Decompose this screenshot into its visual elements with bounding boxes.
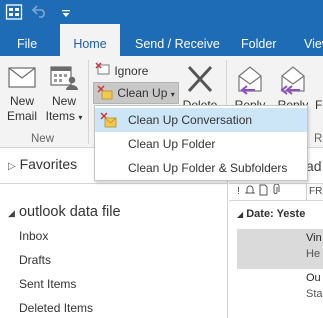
undo-icon[interactable] <box>31 4 48 21</box>
folder-inbox[interactable]: Inbox <box>19 229 48 243</box>
outlook-app-icon[interactable] <box>5 3 23 24</box>
clean-up-label: Clean Up <box>117 86 168 100</box>
menu-item-label: Clean Up Folder <box>128 137 216 151</box>
ignore-icon <box>95 62 111 82</box>
importance-column-icon[interactable]: ! <box>237 184 240 200</box>
chevron-down-icon: ▾ <box>78 113 83 122</box>
chevron-right-icon: ▷ <box>8 161 16 172</box>
pane-divider <box>0 183 227 184</box>
new-items-button[interactable]: New Items ▾ <box>45 64 83 125</box>
attachment-column-icon[interactable] <box>272 183 280 202</box>
menu-item-clean-up-conversation[interactable]: Clean Up Conversation <box>95 108 307 132</box>
tab-send-receive[interactable]: Send / Receive <box>135 24 220 56</box>
data-file-header[interactable]: ◢ outlook data file <box>8 204 121 220</box>
data-file-label: outlook data file <box>18 204 121 220</box>
tab-folder[interactable]: Folder <box>241 24 276 56</box>
new-items-label-2: Items ▾ <box>45 109 83 123</box>
date-group-header[interactable]: ◢ Date: Yeste <box>237 208 305 220</box>
calendar-contacts-icon <box>45 64 83 94</box>
folder-sent-items[interactable]: Sent Items <box>19 277 76 291</box>
reminder-bell-icon[interactable] <box>244 184 256 202</box>
reply-all-icon <box>273 62 313 98</box>
date-group-label: Date: Yeste <box>246 208 306 220</box>
ignore-label: Ignore <box>114 64 149 78</box>
ribbon-tab-bar: File Home Send / Receive Folder View <box>0 24 323 58</box>
message-list-header: ad <box>306 158 322 174</box>
ribbon-separator <box>88 60 89 144</box>
envelope-icon <box>3 64 41 94</box>
new-items-label-1: New <box>51 94 76 108</box>
clean-up-icon <box>96 84 114 106</box>
clean-up-menu: Clean Up Conversation Clean Up Folder Cl… <box>94 105 308 181</box>
message-row[interactable]: Vin He <box>237 229 323 269</box>
message-sender: Ou <box>306 272 321 284</box>
tab-file[interactable]: File <box>17 24 37 56</box>
favorites-label: Favorites <box>19 156 78 172</box>
menu-item-clean-up-folder[interactable]: Clean Up Folder <box>95 132 307 156</box>
message-row[interactable]: Ou Sta <box>237 269 323 309</box>
favorites-header[interactable]: ▷ Favorites <box>8 156 77 172</box>
new-email-label-1: New <box>9 94 34 108</box>
tab-view[interactable]: View <box>304 24 323 56</box>
forward-button[interactable]: F <box>315 98 323 113</box>
folder-deleted-items[interactable]: Deleted Items <box>19 301 93 315</box>
folder-drafts[interactable]: Drafts <box>19 253 51 267</box>
expanded-triangle-icon: ◢ <box>8 208 15 218</box>
tab-home[interactable]: Home <box>60 24 120 58</box>
clean-up-button[interactable]: Clean Up ▾ <box>93 82 179 104</box>
group-label-new: New <box>31 133 55 145</box>
menu-item-label: Clean Up Conversation <box>128 113 253 127</box>
new-email-label-2: Email <box>6 109 37 123</box>
menu-item-label: Clean Up Folder & Subfolders <box>128 161 288 175</box>
column-header-row: ! FR <box>229 183 323 201</box>
from-column-header[interactable]: FR <box>306 184 322 200</box>
menu-item-clean-up-folder-subfolders[interactable]: Clean Up Folder & Subfolders <box>95 156 307 180</box>
message-subject: He <box>306 248 321 260</box>
delete-x-icon <box>181 64 219 98</box>
document-column-icon[interactable] <box>259 184 268 202</box>
reply-icon <box>230 62 270 98</box>
chevron-down-icon: ▾ <box>170 90 175 99</box>
title-bar <box>0 0 323 24</box>
expanded-triangle-icon: ◢ <box>237 210 244 219</box>
new-email-button[interactable]: New Email <box>3 64 41 124</box>
message-subject: Sta <box>306 288 323 300</box>
message-sender: Vin <box>306 232 322 244</box>
group-label-respond: R <box>314 133 323 145</box>
quick-access-dropdown-icon[interactable] <box>62 7 70 21</box>
forward-label: F <box>315 98 323 112</box>
ignore-button[interactable]: Ignore <box>95 62 155 82</box>
